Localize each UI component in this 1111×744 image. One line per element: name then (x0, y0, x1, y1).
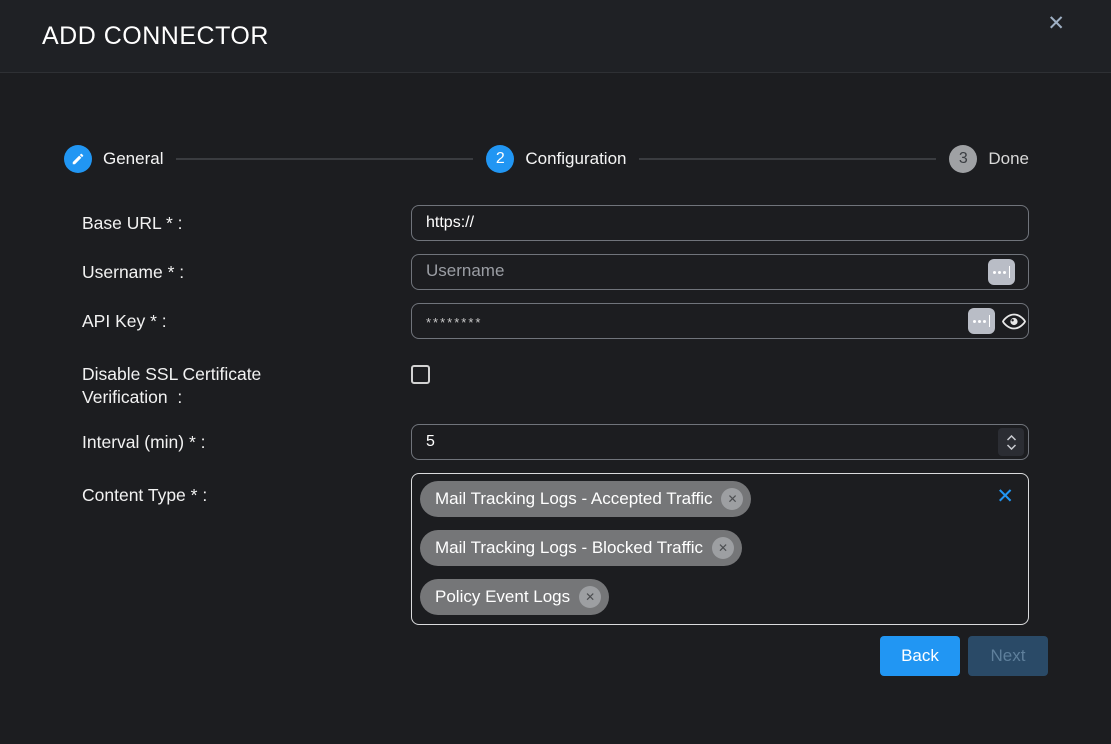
disable-ssl-label: Disable SSL Certificate Verification : (82, 361, 411, 409)
step-done-label: Done (988, 149, 1029, 169)
credential-picker-icon[interactable] (968, 308, 995, 334)
chevron-up-icon (1006, 435, 1017, 441)
content-type-row: Content Type * : Mail Tracking Logs - Ac… (82, 473, 1029, 625)
base-url-input[interactable] (411, 205, 1029, 241)
step-general-label: General (103, 149, 163, 169)
disable-ssl-row: Disable SSL Certificate Verification : (82, 361, 1029, 409)
step-configuration-label: Configuration (525, 149, 626, 169)
number-stepper[interactable] (998, 428, 1024, 456)
username-input[interactable] (411, 254, 1029, 290)
step-done[interactable]: 3 Done (949, 145, 1029, 173)
dialog-header: ADD CONNECTOR ✕ (0, 0, 1111, 73)
api-key-row: API Key * : (82, 303, 1029, 339)
content-type-tag: Mail Tracking Logs - Blocked Traffic ✕ (420, 530, 742, 566)
step-configuration[interactable]: 2 Configuration (486, 145, 626, 173)
remove-tag-icon[interactable]: ✕ (712, 537, 734, 559)
clear-selection-icon[interactable]: ✕ (996, 486, 1014, 507)
step-2-badge: 2 (486, 145, 514, 173)
content-type-tag: Policy Event Logs ✕ (420, 579, 609, 615)
credential-picker-icon[interactable] (988, 259, 1015, 285)
step-general[interactable]: General (64, 145, 163, 173)
next-button[interactable]: Next (968, 636, 1048, 676)
username-label: Username * : (82, 254, 411, 290)
interval-label: Interval (min) * : (82, 424, 411, 460)
remove-tag-icon[interactable]: ✕ (721, 488, 743, 510)
back-button[interactable]: Back (880, 636, 960, 676)
tag-label: Mail Tracking Logs - Accepted Traffic (435, 489, 712, 509)
remove-tag-icon[interactable]: ✕ (579, 586, 601, 608)
username-row: Username * : (82, 254, 1029, 290)
interval-input[interactable] (411, 424, 1029, 460)
show-password-eye-icon[interactable] (1001, 313, 1026, 330)
tag-label: Mail Tracking Logs - Blocked Traffic (435, 538, 703, 558)
api-key-input[interactable] (411, 303, 1029, 339)
stepper-connector (639, 158, 936, 160)
dialog-footer: Back Next (880, 636, 1048, 676)
content-type-tag: Mail Tracking Logs - Accepted Traffic ✕ (420, 481, 751, 517)
close-icon[interactable]: ✕ (1047, 13, 1065, 34)
stepper-connector (176, 158, 473, 160)
content-type-multiselect[interactable]: Mail Tracking Logs - Accepted Traffic ✕ … (411, 473, 1029, 625)
pencil-icon (64, 145, 92, 173)
base-url-row: Base URL * : (82, 205, 1029, 241)
content-type-label: Content Type * : (82, 477, 411, 625)
tag-label: Policy Event Logs (435, 587, 570, 607)
step-3-badge: 3 (949, 145, 977, 173)
base-url-label: Base URL * : (82, 205, 411, 241)
dialog-title: ADD CONNECTOR (42, 22, 269, 51)
chevron-down-icon (1006, 444, 1017, 450)
wizard-stepper: General 2 Configuration 3 Done (64, 145, 1029, 173)
api-key-label: API Key * : (82, 303, 411, 339)
disable-ssl-checkbox[interactable] (411, 365, 430, 384)
interval-row: Interval (min) * : (82, 424, 1029, 460)
